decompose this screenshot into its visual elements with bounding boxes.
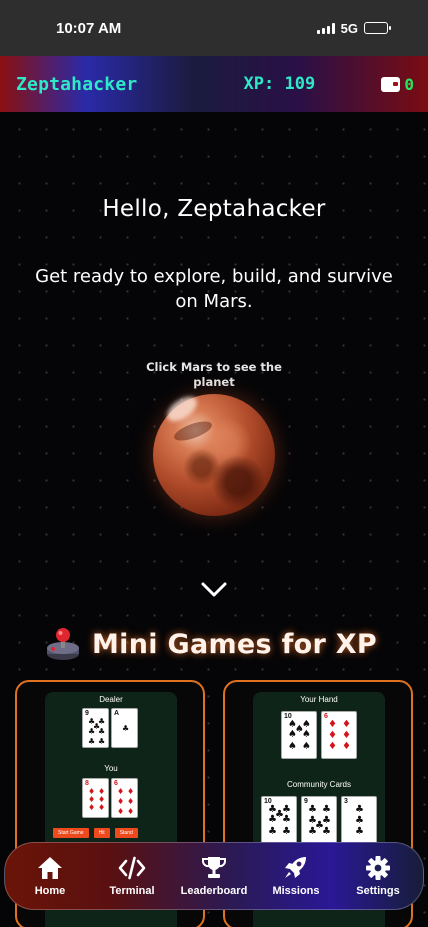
playing-card: 10 ♣ ♣ ♣ ♣ ♣ ♣ ♣ [261,796,297,844]
tagline: Get ready to explore, build, and survive… [35,266,393,312]
blackjack-controls: Start Game Hit Stand [53,828,138,838]
playing-card: 6 ♦ ♦ ♦ ♦ ♦ ♦ [321,711,357,759]
playing-card: 8 ♦ ♦ ♦ ♦ ♦ ♦ [82,778,109,818]
playing-card: 3 ♣ ♣ ♣ [341,796,377,844]
nav-label: Settings [356,885,400,897]
gear-icon [366,856,390,880]
section-header: Mini Games for XP [44,626,377,662]
nav-missions[interactable]: Missions [256,855,336,897]
nav-label: Home [34,885,66,897]
xp-display: XP: 109 [243,74,316,94]
bottom-nav: Home Terminal Leaderboard Missions Setti… [4,842,424,910]
nav-home[interactable]: Home [10,855,90,897]
status-time: 10:07 AM [56,19,122,37]
app-header: Zeptahacker XP: 109 0 [0,56,428,112]
signal-icon [316,22,335,34]
hit-button[interactable]: Hit [93,828,110,838]
nav-terminal[interactable]: Terminal [92,855,172,897]
nav-label: Leaderboard [180,885,248,897]
nav-leaderboard[interactable]: Leaderboard [174,855,254,897]
start-game-button[interactable]: Start Game [53,828,89,838]
home-icon [38,857,62,879]
trophy-icon [202,857,226,878]
you-label: You [104,764,118,773]
username: Zeptahacker [16,73,138,95]
status-icons: 5G [316,20,391,36]
rocket-icon [285,857,306,878]
community-label: Community Cards [286,780,351,789]
battery-icon [364,22,391,34]
nav-label: Missions [272,885,320,897]
mars-hint: Click Mars to see the planet [146,360,282,389]
playing-card: 9 ♣ ♣ ♣ ♣ ♣ ♣ ♣ [82,708,109,748]
stand-button[interactable]: Stand [114,828,138,838]
wallet-button[interactable]: 0 [381,75,414,94]
playing-card: A ♣ [111,708,138,748]
network-type: 5G [340,20,358,36]
nav-label: Terminal [109,885,155,897]
section-title: Mini Games for XP [92,628,378,660]
code-icon [118,856,146,880]
hand-label: Your Hand [300,695,338,704]
main-content[interactable]: Hello, Zeptahacker Get ready to explore,… [0,112,428,927]
mars-planet-button[interactable] [153,394,275,516]
nav-settings[interactable]: Settings [338,855,418,897]
wallet-balance: 0 [404,74,414,94]
wallet-icon [381,76,401,92]
playing-card: 6 ♦ ♦ ♦ ♦ ♦ ♦ [111,778,138,818]
chevron-down-icon[interactable] [200,579,228,601]
joystick-icon [47,628,79,660]
status-bar: 10:07 AM 5G [0,0,428,56]
playing-card: 10 ♠ ♠ ♠ ♠ ♠ ♠ ♠ [281,711,317,759]
dealer-label: Dealer [99,695,123,704]
playing-card: 9 ♣ ♣ ♣ ♣ ♣ ♣ ♣ [301,796,337,844]
greeting: Hello, Zeptahacker [102,196,326,222]
